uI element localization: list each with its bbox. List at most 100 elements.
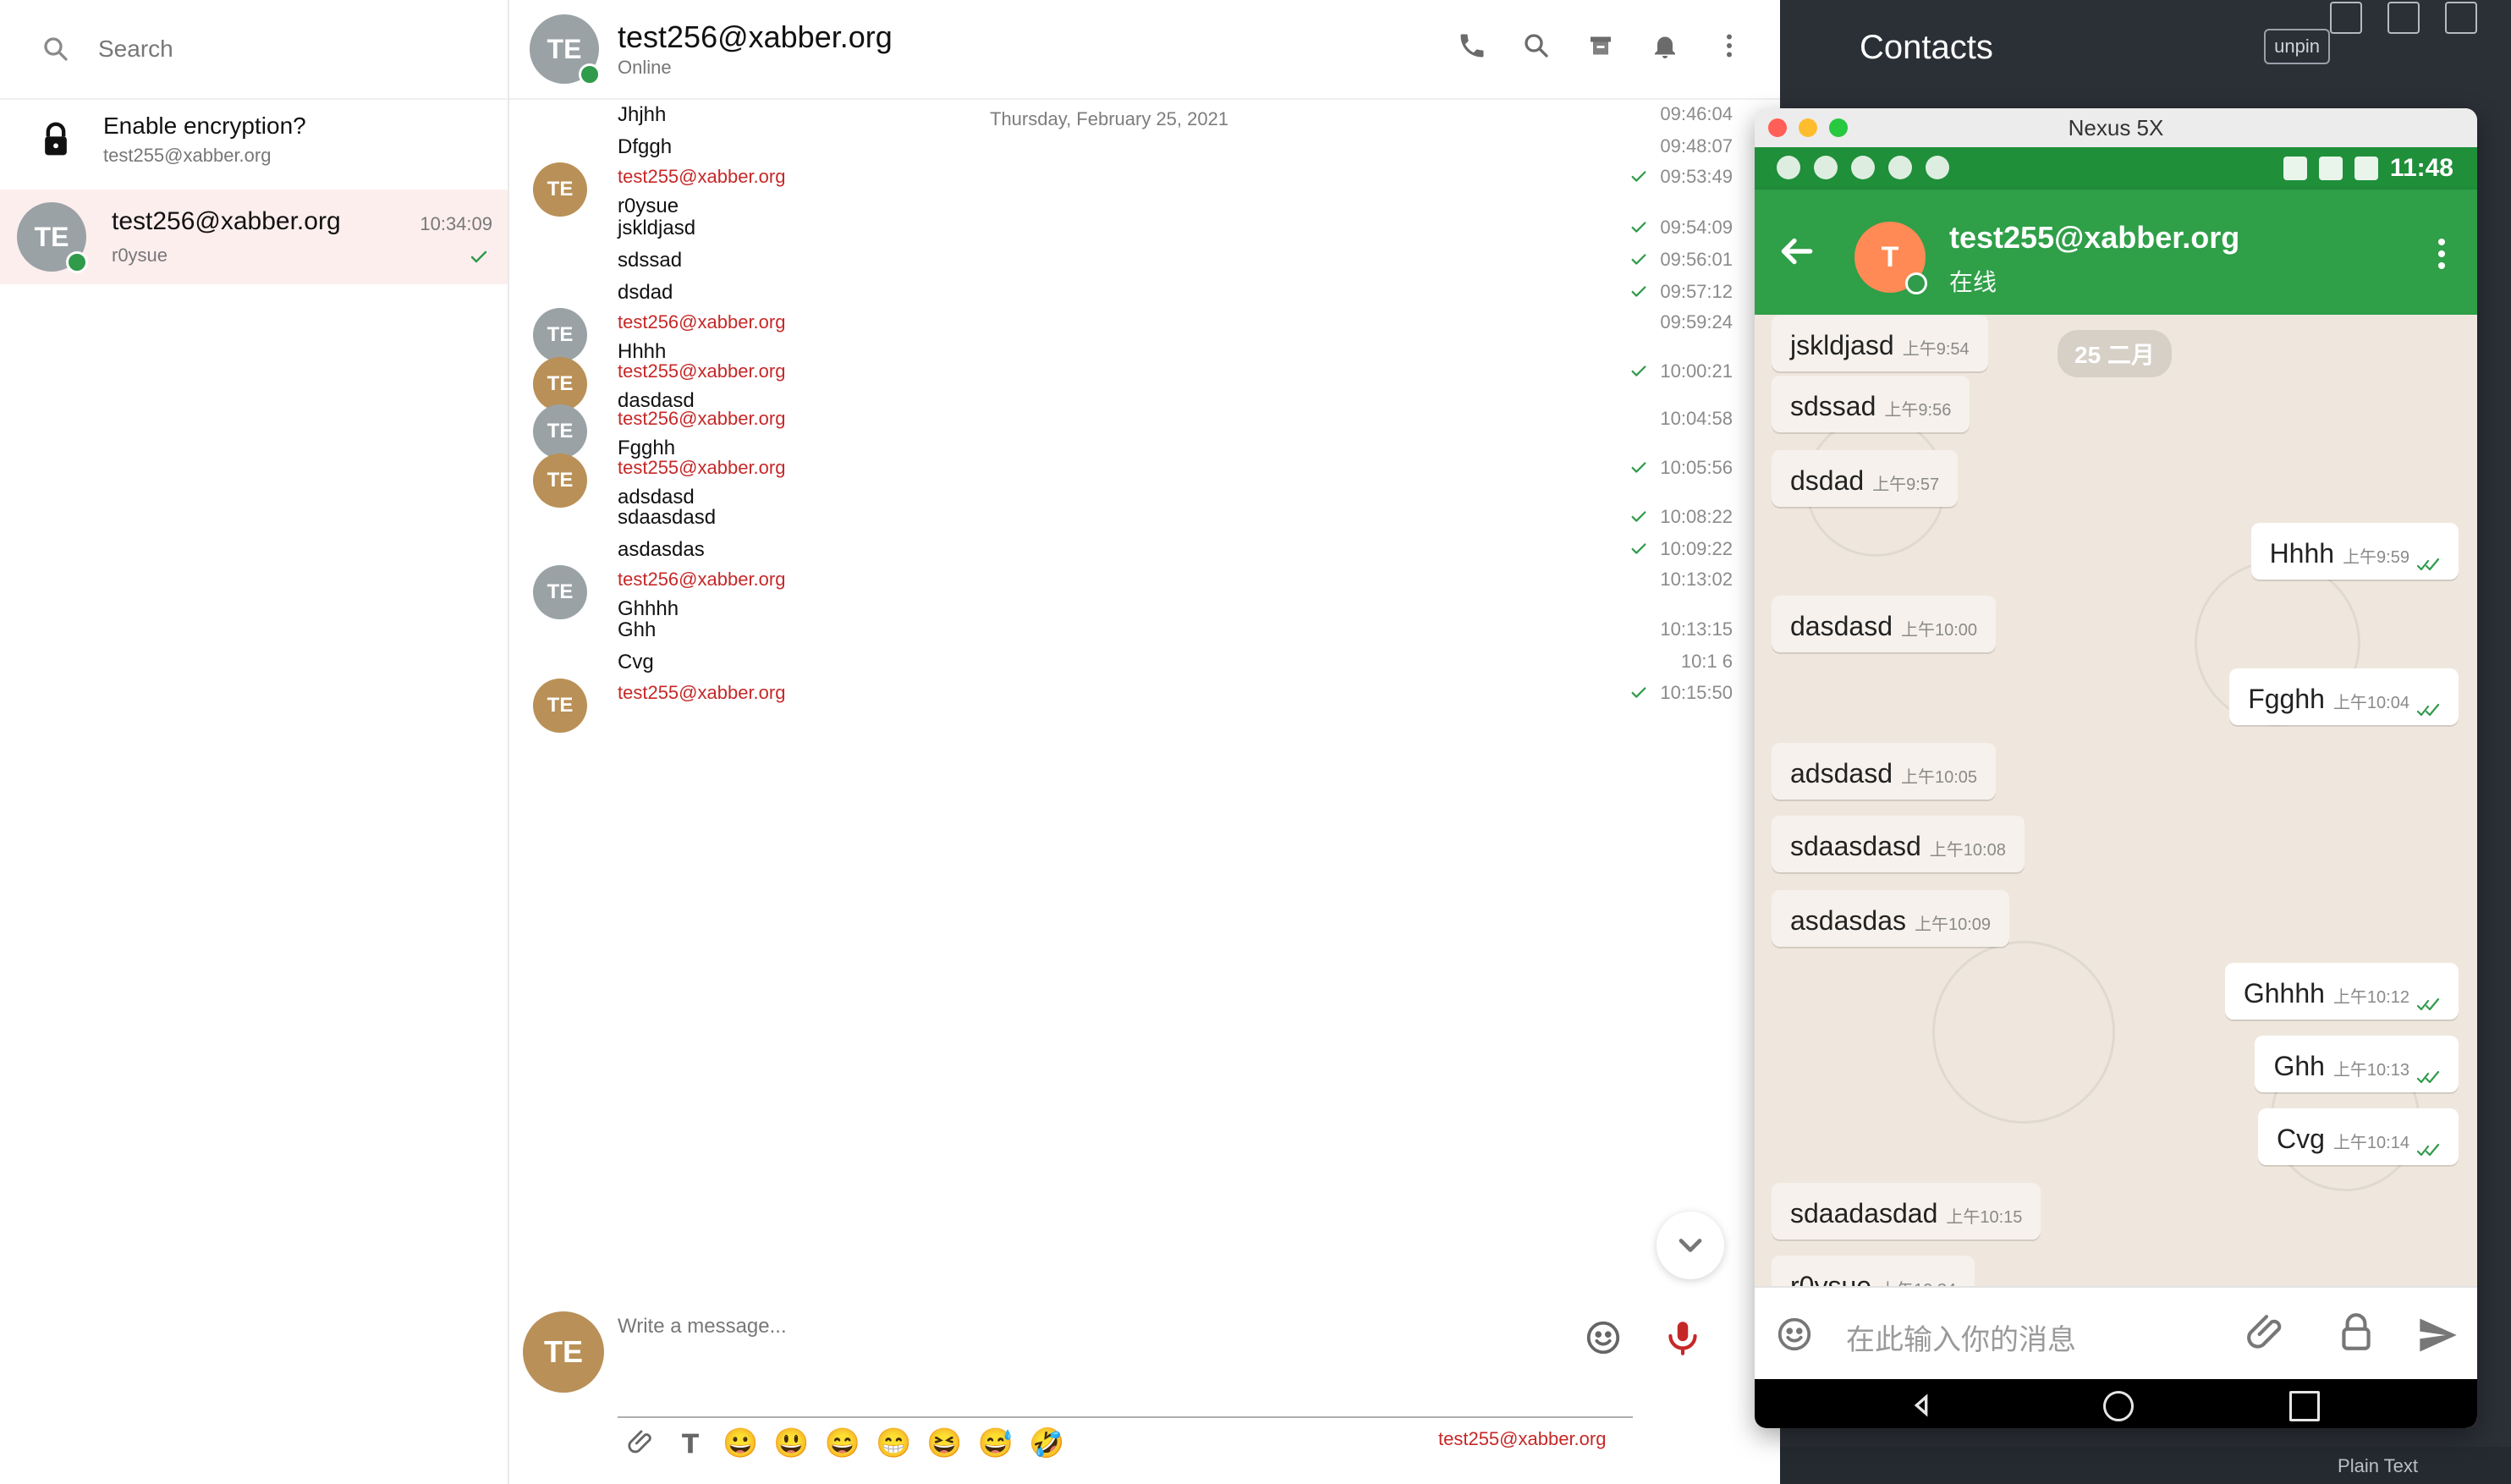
emoji-button[interactable] (1584, 1318, 1623, 1357)
emoji-button[interactable]: 😀 (723, 1426, 758, 1460)
avatar-initials: TE (547, 178, 574, 201)
text-format-button[interactable] (673, 1426, 707, 1460)
phone-send-button[interactable] (2416, 1313, 2460, 1357)
phone-message-bubble[interactable]: Hhhh 上午9:59 (2250, 523, 2459, 580)
message-sender[interactable]: test255@xabber.org (618, 166, 785, 188)
message-sender[interactable]: test256@xabber.org (618, 311, 785, 333)
notifications-button[interactable] (1646, 27, 1684, 64)
more-button[interactable] (1711, 27, 1748, 64)
message-body: asdasdas (618, 538, 705, 562)
phone-avatar[interactable]: T (1854, 222, 1927, 294)
conversation-item[interactable]: TE test256@xabber.org r0ysue 10:34:09 (0, 190, 508, 284)
back-button[interactable] (1775, 230, 1817, 272)
conversation-last-message: r0ysue (112, 245, 168, 266)
nav-back-button[interactable] (1907, 1391, 1932, 1417)
lock-icon (37, 121, 74, 158)
message-sender[interactable]: test255@xabber.org (618, 457, 785, 479)
nav-recents-button[interactable] (2289, 1391, 2320, 1421)
phone-message-bubble[interactable]: dsdad 上午9:57 (1772, 450, 1959, 507)
emoji-button[interactable]: 😄 (825, 1426, 860, 1460)
phone-message-text: Ghh (2273, 1051, 2325, 1081)
nav-home-button[interactable] (2103, 1391, 2134, 1421)
more-dot (2438, 262, 2445, 269)
search-button[interactable] (1518, 27, 1555, 64)
double-check-icon (2416, 548, 2440, 570)
message-text: Cvg (618, 651, 654, 673)
sender-account[interactable]: test255@xabber.org (1438, 1428, 1606, 1450)
scroll-to-bottom-button[interactable] (1657, 1212, 1724, 1279)
phone-message-bubble[interactable]: Cvg 上午10:14 (2258, 1108, 2459, 1165)
message-text: sdssad (618, 249, 683, 272)
emoji-button[interactable]: 😃 (773, 1426, 809, 1460)
message-avatar: TE (533, 404, 587, 459)
voice-record-button[interactable] (1662, 1316, 1704, 1359)
phone-more-button[interactable] (2433, 234, 2450, 271)
delivered-check-icon (1629, 218, 1648, 237)
phone-message-bubble[interactable]: jskldjasd 上午9:54 (1772, 315, 1988, 371)
message-text: dsdad (618, 281, 673, 304)
phone-message-bubble[interactable]: Ghh 上午10:13 (2255, 1036, 2459, 1092)
phone-emoji-button[interactable] (1775, 1315, 1814, 1354)
phone-chat-status: 在线 (1949, 269, 1997, 295)
more-dot (2438, 239, 2445, 245)
phone-message-bubble[interactable]: sdaadasdad 上午10:15 (1772, 1183, 2041, 1239)
message-body: test256@xabber.org Fgghh (618, 408, 785, 460)
phone-message-bubble[interactable]: sdaasdasd 上午10:08 (1772, 816, 2025, 872)
avatar: TE (533, 679, 587, 733)
delivered-check-icon (1629, 459, 1648, 477)
phone-message-bubble[interactable]: sdssad 上午9:56 (1772, 376, 1970, 432)
phone-message-input[interactable]: 在此输入你的消息 (1846, 1316, 2076, 1358)
emoji-button[interactable]: 🤣 (1029, 1426, 1064, 1460)
chat-title: test256@xabber.org Online (618, 19, 893, 79)
phone-encryption-button[interactable] (2335, 1311, 2377, 1354)
avatar-initials: TE (34, 221, 69, 252)
phone-message-time: 上午9:54 (1902, 340, 1970, 359)
chat-header-avatar[interactable]: TE (530, 14, 601, 85)
encryption-subtitle: test255@xabber.org (103, 145, 272, 166)
search-bar[interactable]: Search (0, 0, 508, 100)
emoji-button[interactable]: 😅 (978, 1426, 1014, 1460)
message-time: 09:56:01 (1660, 249, 1733, 270)
delivered-check-icon (1629, 168, 1648, 186)
message-sender[interactable]: test256@xabber.org (618, 569, 785, 591)
more-dot (2438, 250, 2445, 257)
phone-attach-button[interactable] (2245, 1313, 2288, 1355)
attach-button[interactable] (624, 1426, 658, 1460)
online-indicator (66, 251, 88, 273)
message-text: Ghhhh (618, 597, 679, 620)
encryption-text: Enable encryption? test255@xabber.org (103, 113, 306, 167)
android-app-bar: T test255@xabber.org 在线 (1755, 190, 2477, 315)
window-split-icon[interactable] (2330, 2, 2362, 34)
call-button[interactable] (1453, 27, 1491, 64)
avatar: TE (533, 308, 587, 362)
message-body: Jhjhh (618, 103, 666, 127)
status-icon-5 (1926, 156, 1949, 179)
message-sender[interactable]: test255@xabber.org (618, 360, 785, 382)
message-sender[interactable]: test255@xabber.org (618, 682, 785, 704)
status-icons-right: 11:48 (2283, 154, 2453, 183)
phone-message-bubble[interactable]: adsdasd 上午10:05 (1772, 743, 1997, 800)
emoji-button[interactable]: 😆 (926, 1426, 962, 1460)
phone-message-bubble[interactable]: r0ysue上午10:34 (1772, 1256, 1975, 1286)
chat-pane: TE test256@xabber.org Online Thursday, F… (509, 0, 1780, 1484)
composer-avatar-initials: TE (543, 1334, 583, 1369)
window-minimize-icon[interactable] (2445, 2, 2477, 34)
phone-message-bubble[interactable]: Fgghh 上午10:04 (2229, 668, 2459, 725)
enable-encryption-item[interactable]: Enable encryption? test255@xabber.org (0, 100, 508, 179)
message-input[interactable]: Write a message... (618, 1315, 787, 1338)
message-sender[interactable]: test256@xabber.org (618, 408, 785, 430)
search-placeholder[interactable]: Search (98, 36, 173, 63)
phone-message-bubble[interactable]: Ghhhh 上午10:12 (2224, 963, 2459, 1020)
emulator-titlebar: Nexus 5X (1755, 108, 2477, 149)
window-layout-icon[interactable] (2387, 2, 2420, 34)
phone-message-bubble[interactable]: asdasdas 上午10:09 (1772, 890, 2010, 947)
phone-message-text: adsdasd (1790, 758, 1893, 789)
phone-message-text: dasdasd (1790, 611, 1893, 641)
archive-button[interactable] (1582, 27, 1619, 64)
status-icons-left (1777, 156, 1949, 179)
message-body: dsdad (618, 281, 673, 305)
phone-message-bubble[interactable]: dasdasd 上午10:00 (1772, 596, 1997, 652)
emoji-button[interactable]: 😁 (876, 1426, 911, 1460)
unpin-button[interactable]: unpin (2264, 29, 2330, 64)
status-icon-3 (1851, 156, 1875, 179)
